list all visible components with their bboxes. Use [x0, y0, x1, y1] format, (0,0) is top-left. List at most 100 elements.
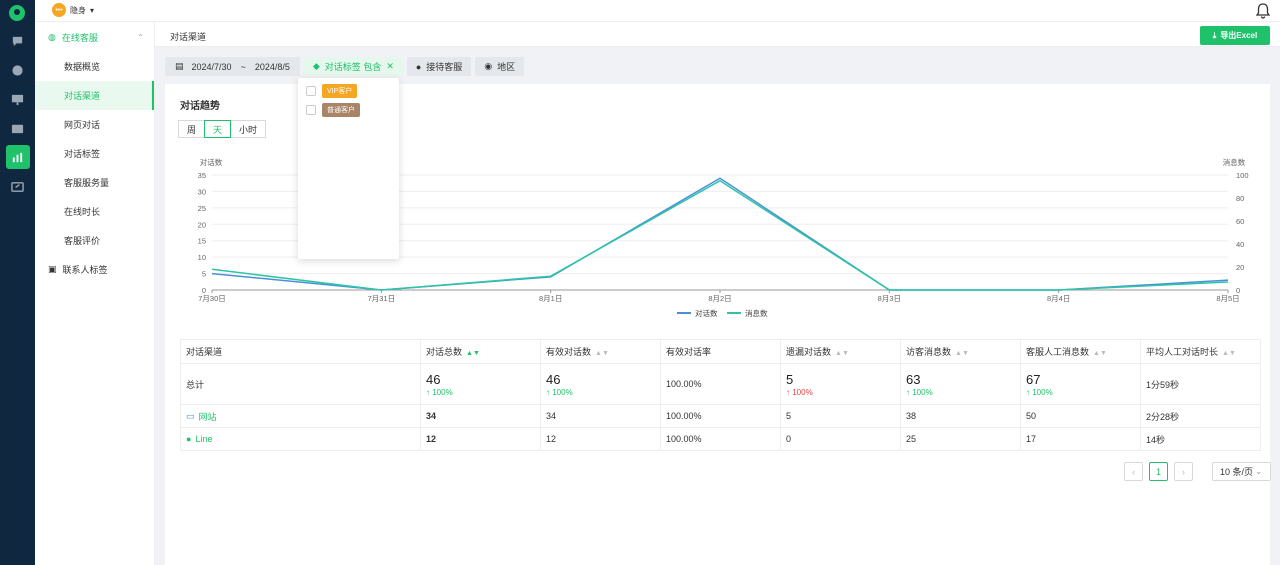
tag-filter-chip[interactable]: ◆ 对话标签 包含 ✕ [303, 57, 403, 76]
status-label: 隐身 [70, 5, 86, 15]
sidebar-item-online-duration[interactable]: 在线时长 [35, 197, 154, 226]
sidebar-item-service-volume[interactable]: 客服服务量 [35, 168, 154, 197]
column-header[interactable]: 有效对话数 ▲▼ [540, 339, 661, 364]
sidebar-group-contact-tags[interactable]: ▣ 联系人标签 [35, 255, 154, 284]
table-cell: 2分28秒 [1140, 404, 1261, 428]
total-label: 总计 [180, 363, 421, 405]
chat-icon[interactable] [0, 29, 35, 53]
sidebar-item-label: 数据概览 [64, 62, 101, 72]
segment-week[interactable]: 周 [178, 120, 206, 138]
column-header[interactable]: 访客消息数 ▲▼ [900, 339, 1021, 364]
chevron-down-icon: ⌄ [1255, 466, 1263, 476]
column-header[interactable]: 遗漏对话数 ▲▼ [780, 339, 901, 364]
close-icon[interactable]: ✕ [386, 61, 394, 72]
table-cell: 46 ↑ 100% [540, 363, 661, 405]
caret-down-icon: ▾ [90, 5, 95, 15]
contact-card-icon[interactable] [0, 116, 35, 140]
y-right-tick-label: 80 [1236, 194, 1244, 203]
table-cell: 14秒 [1140, 427, 1261, 451]
table-cell: 38 [900, 404, 1021, 428]
sidebar-item-label: 网页对话 [64, 120, 101, 130]
table-cell[interactable]: ● Line [180, 427, 421, 451]
column-header[interactable]: 客服人工消息数 ▲▼ [1020, 339, 1141, 364]
agent-filter-label: 接待客服 [426, 62, 463, 72]
segment-day[interactable]: 天 [204, 120, 232, 138]
table-row: ▭ 网站 34 34 100.00% 5 38 50 2分28秒 [180, 404, 1261, 428]
tag-option-vip[interactable]: VIP客户 [306, 84, 358, 98]
date-range-picker[interactable]: ▤ 2024/7/30 ~ 2024/8/5 [165, 57, 300, 76]
message-icon[interactable] [0, 58, 35, 82]
checkbox[interactable] [306, 86, 316, 96]
y-left-tick-label: 30 [198, 187, 206, 196]
table-cell: 17 [1020, 427, 1141, 451]
x-tick-label: 8月3日 [878, 294, 901, 303]
page-number-button[interactable]: 1 [1149, 462, 1168, 481]
tag-option-regular[interactable]: 普通客户 [306, 103, 360, 117]
board-icon[interactable] [0, 87, 35, 111]
table-cell: 100.00% [660, 363, 781, 405]
y-left-tick-label: 5 [202, 270, 206, 279]
region-filter-chip[interactable]: ◉ 地区 [475, 57, 525, 76]
tag-label: 普通客户 [322, 103, 360, 117]
sort-icon[interactable]: ▲▼ [466, 350, 480, 357]
sort-icon[interactable]: ▲▼ [595, 350, 609, 357]
next-page-button[interactable]: › [1174, 462, 1193, 481]
legend-label: 消息数 [745, 308, 768, 318]
sidebar-item-ratings[interactable]: 客服评价 [35, 226, 154, 255]
table-cell: 0 [780, 427, 901, 451]
column-header[interactable]: 平均人工对话时长 ▲▼ [1140, 339, 1261, 364]
agent-filter-chip[interactable]: ● 接待客服 [406, 57, 472, 76]
y-right-tick-label: 100 [1236, 171, 1249, 180]
bell-icon[interactable] [1256, 3, 1270, 19]
checkbox[interactable] [306, 105, 316, 115]
table-cell: 67 ↑ 100% [1020, 363, 1141, 405]
sort-icon[interactable]: ▲▼ [1222, 350, 1236, 357]
table-cell[interactable]: ▭ 网站 [180, 404, 421, 428]
table-cell: 5 [780, 404, 901, 428]
y-left-tick-label: 10 [198, 253, 206, 262]
y-left-axis-label: 对话数 [200, 157, 223, 167]
status-selector[interactable]: ••• 隐身 ▾ [52, 3, 94, 17]
sidebar-item-overview[interactable]: 数据概览 [35, 52, 154, 81]
calendar-icon: ▤ [175, 61, 184, 71]
statistics-icon[interactable] [0, 145, 35, 169]
top-bar: ••• 隐身 ▾ [35, 0, 1280, 22]
table-header-row: 对话渠道 对话总数 ▲▼ 有效对话数 ▲▼ 有效对话率 遗漏对话数 ▲▼ 访客消息数 ▲… [180, 339, 1261, 364]
sort-icon[interactable]: ▲▼ [955, 350, 969, 357]
x-tick-label: 8月4日 [1047, 294, 1070, 303]
sort-icon[interactable]: ▲▼ [1093, 350, 1107, 357]
tag-filter-label: 对话标签 包含 [324, 62, 382, 72]
filter-bar: ▤ 2024/7/30 ~ 2024/8/5 ◆ 对话标签 包含 ✕ ● 接待客… [165, 57, 525, 76]
y-left-tick-label: 35 [198, 171, 206, 180]
segment-hour[interactable]: 小时 [230, 120, 267, 138]
table-row: ● Line 12 12 100.00% 0 25 17 14秒 [180, 427, 1261, 451]
download-icon: ⤓ [1212, 30, 1217, 40]
sidebar-item-web-chat[interactable]: 网页对话 [35, 110, 154, 139]
sort-icon[interactable]: ▲▼ [835, 350, 849, 357]
y-right-tick-label: 20 [1236, 263, 1244, 272]
table-cell: 12 [420, 427, 541, 451]
user-icon: ● [415, 61, 422, 72]
page-title: 对话渠道 [170, 32, 207, 42]
sidebar-item-channels[interactable]: 对话渠道 [35, 81, 154, 110]
sidebar-group-label: 联系人标签 [62, 265, 108, 275]
sidebar-item-label: 客服评价 [64, 236, 101, 246]
export-icon[interactable] [0, 174, 35, 198]
pagination: ‹ 1 › 10 条/页 ⌄ [1124, 462, 1271, 481]
tag-label: VIP客户 [322, 84, 358, 98]
sidebar-group-online-service[interactable]: ◍ 在线客服 ⌃ [35, 22, 154, 52]
column-header[interactable]: 对话总数 ▲▼ [420, 339, 541, 364]
chevron-up-icon: ⌃ [137, 32, 144, 42]
y-right-tick-label: 60 [1236, 217, 1244, 226]
trend-title: 对话趋势 [180, 101, 220, 112]
prev-page-button[interactable]: ‹ [1124, 462, 1143, 481]
headset-icon: ◍ [48, 31, 56, 42]
column-header: 有效对话率 [660, 339, 781, 364]
table-cell: 34 [420, 404, 541, 428]
table-cell: 46 ↑ 100% [420, 363, 541, 405]
sidebar-item-label: 在线时长 [64, 207, 101, 217]
sidebar-item-chat-tags[interactable]: 对话标签 [35, 139, 154, 168]
page-size-select[interactable]: 10 条/页 ⌄ [1212, 462, 1271, 481]
tag-filter-dropdown: VIP客户 普通客户 [298, 78, 399, 259]
export-excel-button[interactable]: ⤓ 导出Excel [1200, 26, 1270, 45]
